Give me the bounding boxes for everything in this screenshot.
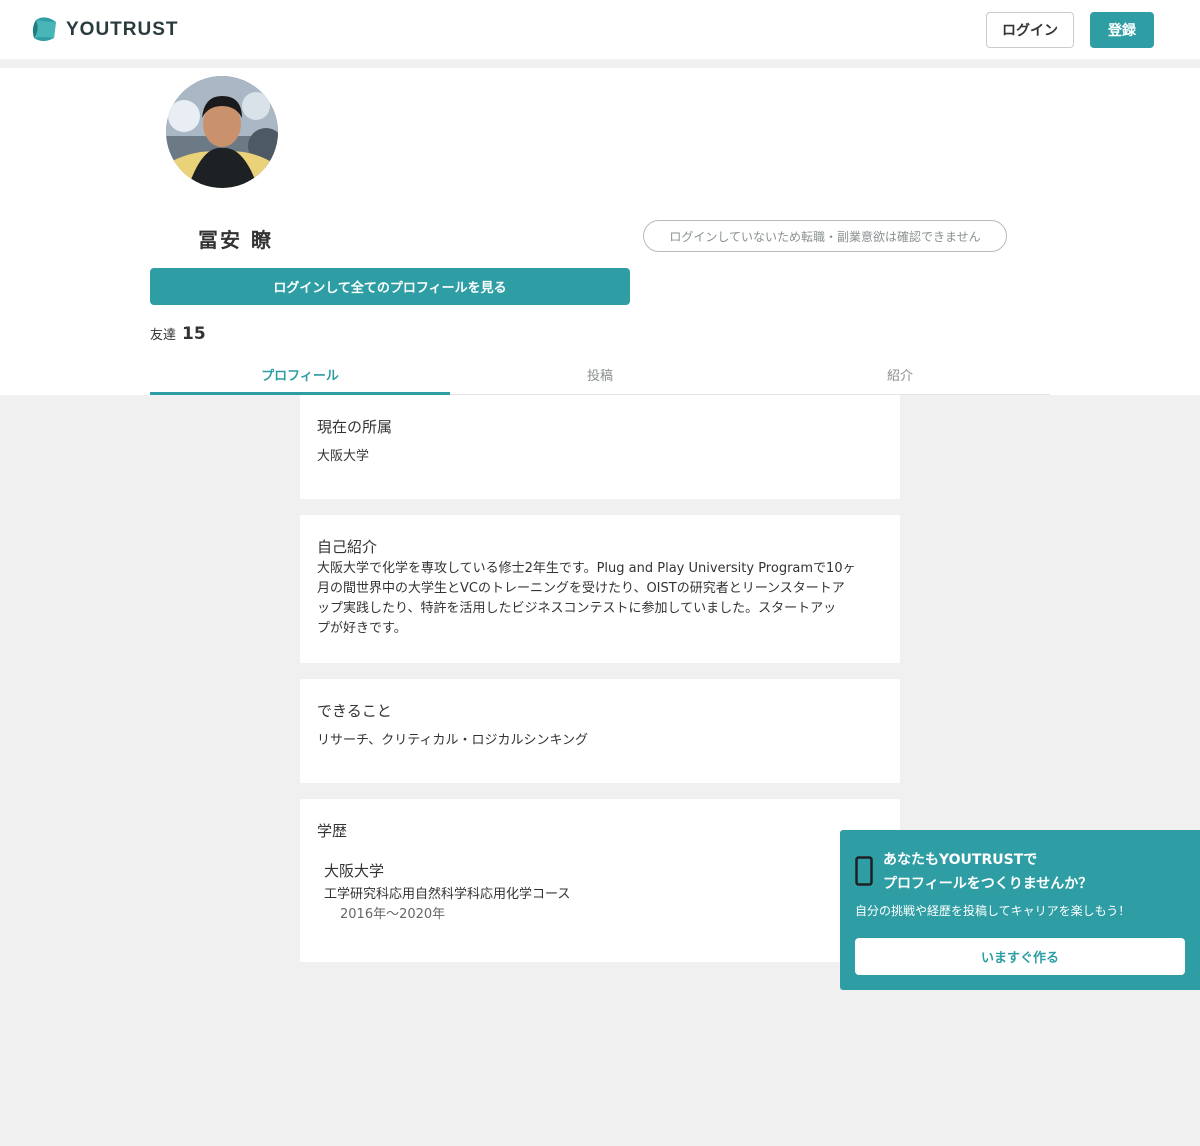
friends-label: 友達: [150, 328, 177, 343]
promo-title-line: あなたもYOUTRUSTで: [883, 852, 1038, 868]
education-school: 大阪大学: [324, 862, 385, 880]
education-department: 工学研究科応用自然科学科応用化学コース: [324, 887, 571, 902]
profile-name: 冨安 瞭: [198, 228, 273, 252]
logo[interactable]: YOUTRUST: [30, 16, 179, 44]
introduction-title: 自己紹介: [317, 538, 378, 556]
view-full-profile-button[interactable]: ログインして全てのプロフィールを見る: [150, 268, 630, 305]
introduction-line: ップ実践したり、特許を活用したビジネスコンテストに参加していました。スタートアッ: [317, 601, 837, 616]
profile-tabs: プロフィール 投稿 紹介: [150, 355, 1050, 395]
phone-icon: [855, 856, 873, 886]
introduction-card: 自己紹介 大阪大学で化学を専攻している修士2年生です。Plug and Play…: [300, 515, 900, 663]
tab-referrals[interactable]: 紹介: [750, 355, 1050, 394]
introduction-line: 大阪大学で化学を専攻している修士2年生です。Plug and Play Univ…: [317, 561, 856, 576]
signup-promo-banner: あなたもYOUTRUSTで プロフィールをつくりませんか？ 自分の挑戦や経歴を投…: [840, 830, 1200, 990]
affiliation-value: 大阪大学: [317, 449, 370, 464]
tab-profile[interactable]: プロフィール: [150, 355, 450, 395]
promo-title-line: プロフィールをつくりませんか？: [883, 876, 1093, 892]
education-card: 学歴 大阪大学 工学研究科応用自然科学科応用化学コース 2016年〜2020年: [300, 799, 900, 962]
introduction-text: 大阪大学で化学を専攻している修士2年生です。Plug and Play Univ…: [317, 559, 856, 639]
register-button[interactable]: 登録: [1090, 12, 1154, 48]
introduction-line: プが好きです。: [317, 621, 407, 636]
friends-count[interactable]: 友達 15: [150, 324, 206, 344]
promo-subtitle: 自分の挑戦や経歴を投稿してキャリアを楽しもう！: [855, 904, 1131, 918]
promo-title: あなたもYOUTRUSTで プロフィールをつくりませんか？: [883, 848, 1092, 896]
education-title: 学歴: [317, 822, 348, 840]
login-button[interactable]: ログイン: [986, 12, 1074, 48]
avatar: [166, 76, 278, 188]
logo-icon: [30, 16, 60, 44]
friends-number: 15: [182, 324, 206, 344]
profile-header: 冨安 瞭 ログインしていないため転職・副業意欲は確認できません ログインして全て…: [0, 68, 1200, 395]
skills-card: できること リサーチ、クリティカル・ロジカルシンキング: [300, 679, 900, 783]
skills-value: リサーチ、クリティカル・ロジカルシンキング: [317, 733, 589, 748]
education-period: 2016年〜2020年: [340, 907, 446, 922]
create-now-button[interactable]: いますぐ作る: [855, 938, 1185, 975]
logo-text: YOUTRUST: [66, 19, 179, 40]
introduction-line: 月の間世界中の大学生とVCのトレーニングを受けたり、OISTの研究者とリーンスタ…: [317, 581, 845, 596]
skills-title: できること: [317, 702, 392, 720]
site-header: YOUTRUST ログイン 登録: [0, 0, 1200, 60]
affiliation-card: 現在の所属 大阪大学: [300, 395, 900, 499]
affiliation-title: 現在の所属: [317, 418, 393, 436]
intent-notice-badge: ログインしていないため転職・副業意欲は確認できません: [643, 220, 1007, 252]
tab-posts[interactable]: 投稿: [450, 355, 750, 394]
